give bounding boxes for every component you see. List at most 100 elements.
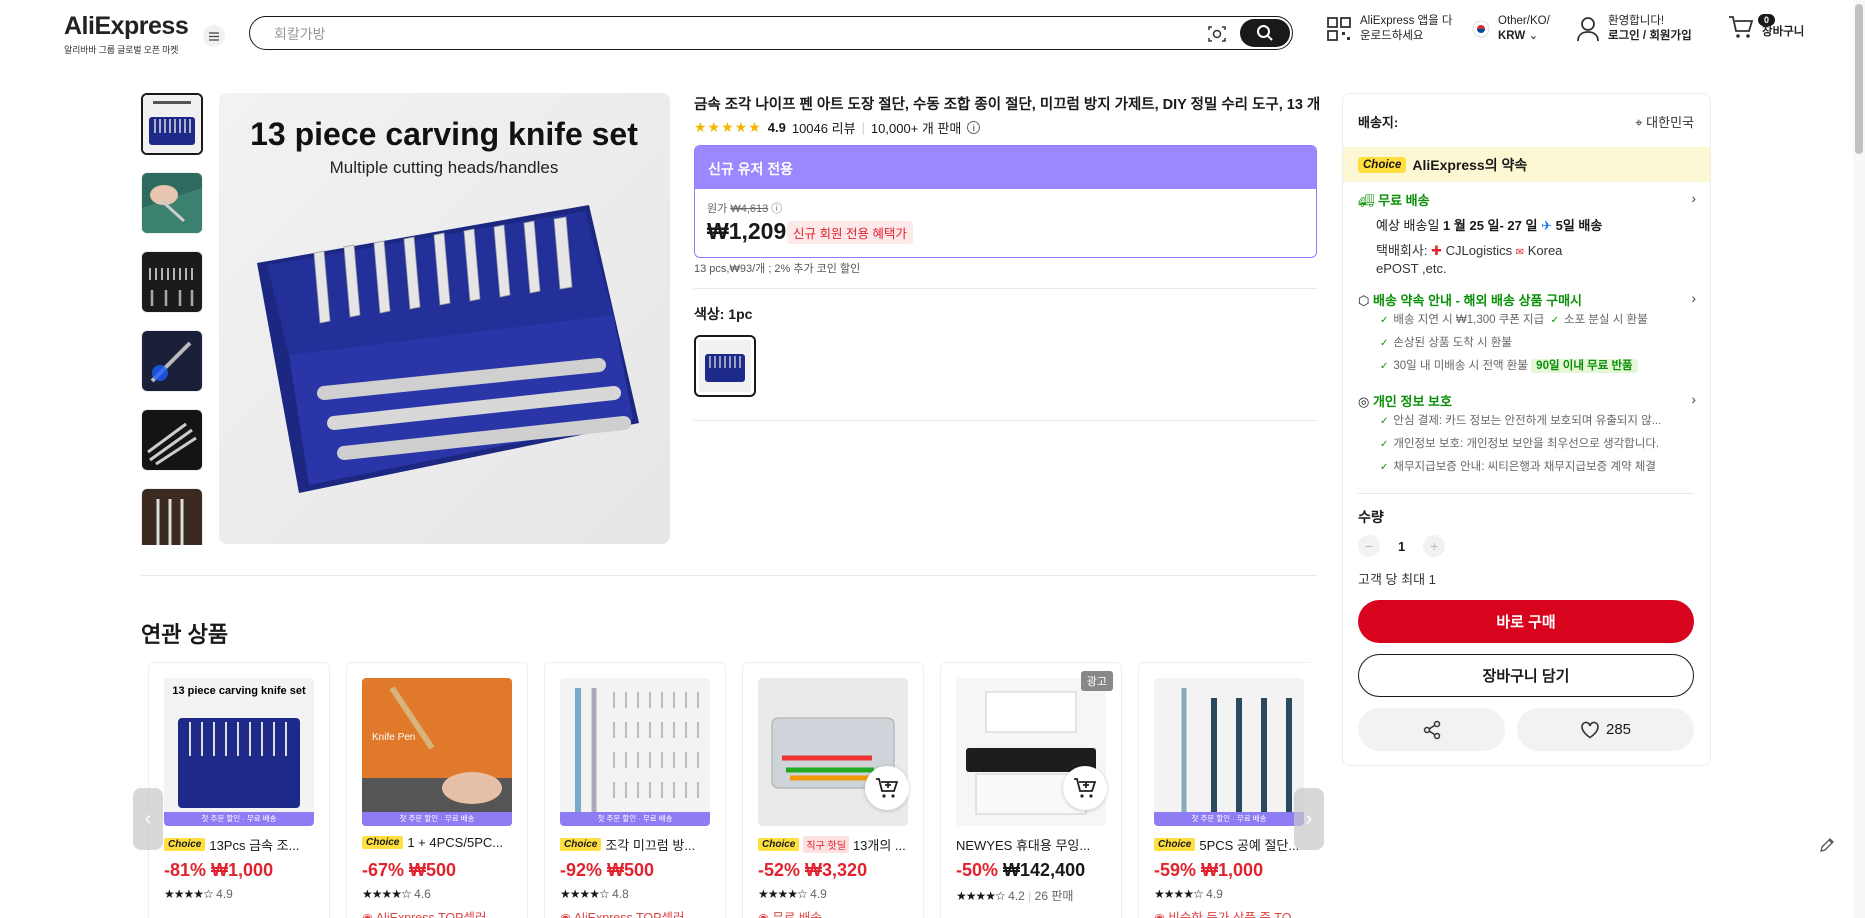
related-product-card[interactable]: 첫 주문 할인 · 무료 배송 Choice 조각 미끄럼 방... -92% ₩50… — [544, 662, 726, 918]
card-title[interactable]: NEWYES 휴대용 무잉... — [956, 835, 1110, 854]
choice-badge: Choice — [362, 836, 404, 849]
location-pin-icon: ⌖ — [1635, 115, 1643, 130]
related-product-card[interactable]: Choice 직구 핫딜 13개의 ... -52% ₩3,320 ★★★★☆ 4.9 ◉… — [742, 662, 924, 918]
thumbnail-1[interactable] — [141, 93, 203, 155]
svg-text:Knife Pen: Knife Pen — [372, 732, 415, 743]
card-image[interactable]: 첫 주문 할인 · 무료 배송 — [1154, 678, 1304, 826]
related-product-card[interactable]: 13 piece carving knife set 첫 주문 할인 · 무료 배… — [148, 662, 330, 918]
privacy-shield-icon: ◎ — [1358, 394, 1370, 409]
menu-icon[interactable] — [203, 25, 225, 47]
divider — [141, 575, 1317, 576]
card-rating-value: 4.6 — [414, 887, 431, 901]
card-price-value: ₩1,000 — [1201, 860, 1264, 880]
thumbnail-5[interactable] — [141, 409, 203, 471]
review-count[interactable]: 10046 리뷰 — [792, 118, 856, 137]
free-return-tag: 90일 이내 무료 반품 — [1531, 359, 1638, 373]
region-selector[interactable]: Other/KO/KRW ⌄ — [1472, 14, 1550, 44]
related-product-card[interactable]: 첫 주문 할인 · 무료 배송 Choice 5PCS 공예 절단... -59% ₩… — [1138, 662, 1310, 918]
account-menu[interactable]: 환영합니다! 로그인 / 회원가입 — [1576, 14, 1692, 44]
promo-header: 신규 유저 전용 — [695, 146, 1316, 189]
card-rating: ★★★★☆ 4.2 | 26 판매 — [956, 887, 1073, 904]
choice-badge: Choice — [1154, 838, 1196, 851]
card-image[interactable]: 첫 주문 할인 · 무료 배송 — [560, 678, 710, 826]
search-input[interactable]: 회칼가방 — [274, 24, 326, 44]
card-discount: -92% — [560, 860, 603, 880]
plane-icon: ✈ — [1541, 218, 1552, 233]
divider — [694, 420, 1317, 421]
shipping-section[interactable]: 🚚︎ 무료 배송 › 예상 배송일 1 월 25 일- 27 일 ✈ 5일 배송… — [1358, 190, 1698, 276]
thumbnail-3[interactable] — [141, 251, 203, 313]
quantity-value[interactable]: 1 — [1398, 539, 1405, 554]
thumbnail-2[interactable] — [141, 172, 203, 234]
card-title[interactable]: Choice 13Pcs 금속 조... — [164, 835, 318, 854]
chevron-right-icon[interactable]: › — [1691, 190, 1696, 206]
card-image[interactable]: 13 piece carving knife set 첫 주문 할인 · 무료 배… — [164, 678, 314, 826]
chevron-right-icon[interactable]: › — [1691, 290, 1696, 306]
related-product-card[interactable]: 광고 NEWYES 휴대용 무잉... -50% ₩142,400 ★★★★☆ 4.2… — [940, 662, 1122, 918]
card-title[interactable]: Choice 5PCS 공예 절단... — [1154, 835, 1308, 854]
divider — [1358, 493, 1694, 494]
edit-icon[interactable] — [1814, 832, 1840, 858]
product-title: 금속 조각 나이프 펜 아트 도장 절단, 수동 조합 종이 절단, 미끄럼 방… — [694, 97, 1321, 113]
badge-icon: ◉ — [758, 911, 769, 918]
related-product-card[interactable]: Knife Pen 첫 주문 할인 · 무료 배송 Choice 1 + 4PCS/5… — [346, 662, 528, 918]
chevron-down-icon: ⌄ — [1528, 30, 1539, 42]
card-discount: -81% — [164, 860, 207, 880]
delivery-prefix: 예상 배송일 — [1376, 218, 1440, 233]
main-image-subtitle: Multiple cutting heads/handles — [330, 158, 559, 177]
thumbnail-6[interactable] — [141, 488, 203, 545]
privacy-section[interactable]: ◎ 개인 정보 보호 › ✓ 안심 결제: 카드 정보는 안전하게 보호되며 유출… — [1358, 391, 1698, 479]
card-price-value: ₩500 — [607, 860, 655, 880]
aliexpress-logo[interactable]: AliExpress 알리바바 그룹 글로벌 오픈 마켓 — [64, 12, 189, 56]
ship-location[interactable]: ⌖ 대한민국 — [1635, 112, 1694, 131]
quantity-minus-button[interactable]: − — [1358, 535, 1380, 557]
page-scrollbar[interactable] — [1853, 0, 1865, 918]
card-title-text: 1 + 4PCS/5PC... — [407, 835, 504, 850]
quantity-plus-button[interactable]: + — [1423, 535, 1446, 557]
purchase-panel: 배송지: ⌖ 대한민국 Choice AliExpress의 약속 🚚︎ 무료 … — [1342, 93, 1711, 766]
image-search-icon[interactable] — [1206, 23, 1228, 45]
carousel-prev-button[interactable]: ‹ — [133, 788, 163, 850]
choice-badge: Choice — [758, 838, 800, 851]
badge-icon: ◉ — [560, 911, 571, 918]
card-title-text: 5PCS 공예 절단... — [1199, 838, 1300, 853]
promise-4: 30일 내 미배송 시 전액 환불 — [1393, 360, 1528, 372]
choice-badge: Choice — [1358, 156, 1407, 173]
scrollbar-thumb[interactable] — [1855, 4, 1863, 154]
card-rating: ★★★★☆ 4.9 — [164, 887, 233, 901]
chevron-right-icon[interactable]: › — [1691, 391, 1696, 407]
card-image[interactable]: Knife Pen 첫 주문 할인 · 무료 배송 — [362, 678, 512, 826]
app-download-line1: AliExpress 앱을 다 — [1360, 15, 1453, 27]
card-title[interactable]: Choice 직구 핫딜 13개의 ... — [758, 835, 912, 854]
carrier-label: 택배회사: — [1376, 243, 1428, 258]
card-rating: ★★★★☆ 4.6 — [362, 887, 431, 901]
check-icon: ✓ — [1380, 439, 1389, 450]
carousel-next-button[interactable]: › — [1294, 788, 1324, 850]
korea-flag-icon — [1472, 20, 1490, 38]
wishlist-button[interactable]: 285 — [1517, 708, 1694, 751]
login-signup-link[interactable]: 로그인 / 회원가입 — [1608, 30, 1692, 42]
main-product-image[interactable]: 13 piece carving knife set Multiple cutt… — [219, 93, 670, 544]
share-button[interactable] — [1358, 708, 1505, 751]
buy-now-button[interactable]: 바로 구매 — [1358, 600, 1694, 643]
card-title[interactable]: Choice 1 + 4PCS/5PC... — [362, 835, 516, 850]
badge-icon: ◉ — [1154, 911, 1165, 918]
carrier-name-2: Korea — [1527, 243, 1563, 258]
info-icon[interactable]: i — [967, 121, 981, 134]
card-title[interactable]: Choice 조각 미끄럼 방... — [560, 835, 714, 854]
add-to-cart-icon[interactable] — [865, 766, 909, 810]
svg-text:13 piece carving knife set: 13 piece carving knife set — [172, 685, 306, 697]
current-price: ₩1,209 — [707, 218, 787, 244]
thumbnail-4[interactable] — [141, 330, 203, 392]
search-button[interactable] — [1240, 19, 1290, 47]
delivery-promise-section[interactable]: ⬡ 배송 약속 안내 - 해외 배송 상품 구매시 › ✓ 배송 지연 시 ₩1,… — [1358, 290, 1698, 378]
info-icon[interactable]: ⓘ — [771, 203, 782, 215]
original-price-row: 원가 ₩4,613 ⓘ — [707, 200, 782, 216]
badge-icon: ◉ — [362, 911, 373, 918]
add-to-cart-icon[interactable] — [1063, 766, 1107, 810]
app-download[interactable]: AliExpress 앱을 다 운로드하세요 — [1326, 14, 1452, 44]
choice-promise-text: AliExpress의 약속 — [1412, 156, 1528, 173]
cart-label: 장바구니 — [1762, 25, 1805, 38]
add-to-cart-button[interactable]: 장바구니 담기 — [1358, 654, 1694, 697]
color-option-1pc[interactable] — [694, 335, 756, 397]
